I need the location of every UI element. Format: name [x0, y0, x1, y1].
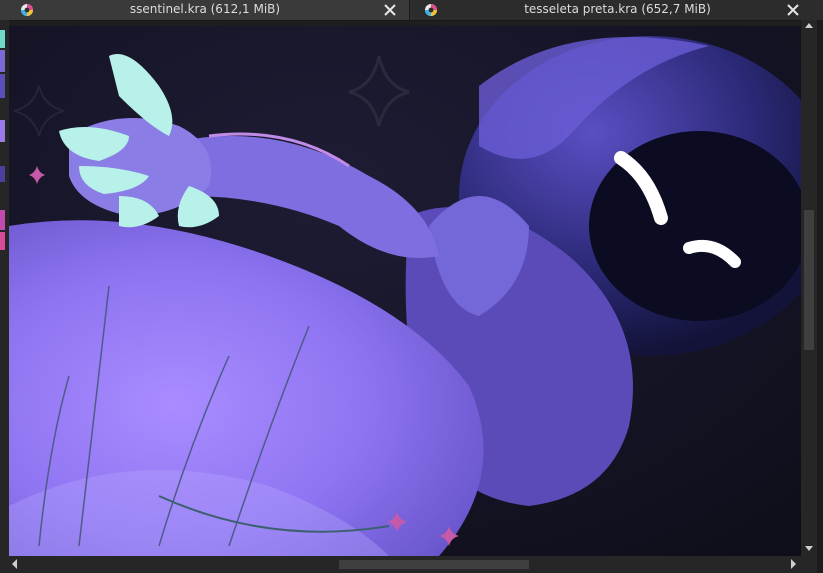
scroll-up-icon[interactable]	[805, 22, 813, 30]
swatch[interactable]	[0, 50, 5, 72]
scroll-corner	[801, 556, 817, 573]
swatch[interactable]	[0, 166, 5, 182]
right-panel-edge	[817, 20, 823, 573]
scroll-right-icon[interactable]	[789, 559, 797, 569]
vertical-scrollbar[interactable]	[801, 20, 817, 556]
close-icon[interactable]	[784, 1, 802, 19]
drawing-canvas[interactable]	[9, 26, 801, 556]
vertical-scroll-thumb[interactable]	[804, 210, 814, 350]
swatch[interactable]	[0, 30, 5, 48]
close-icon[interactable]	[381, 1, 399, 19]
tab-title: tesseleta preta.kra (652,7 MiB)	[524, 2, 711, 16]
left-color-strip	[0, 20, 9, 573]
tab-ssentinel[interactable]: ssentinel.kra (612,1 MiB)	[0, 0, 410, 20]
horizontal-scrollbar[interactable]	[9, 556, 801, 573]
horizontal-scroll-thumb[interactable]	[339, 560, 529, 569]
tab-title: ssentinel.kra (612,1 MiB)	[129, 2, 281, 16]
swatch[interactable]	[0, 232, 5, 250]
document-tab-bar: ssentinel.kra (612,1 MiB) tesseleta pret…	[0, 0, 823, 21]
tab-tesseleta-preta[interactable]: tesseleta preta.kra (652,7 MiB)	[412, 0, 823, 20]
swatch[interactable]	[0, 210, 5, 230]
scroll-down-icon[interactable]	[805, 544, 813, 552]
swatch[interactable]	[0, 74, 5, 98]
scroll-left-icon[interactable]	[11, 559, 19, 569]
swatch[interactable]	[0, 120, 5, 142]
artwork-image	[9, 26, 801, 556]
